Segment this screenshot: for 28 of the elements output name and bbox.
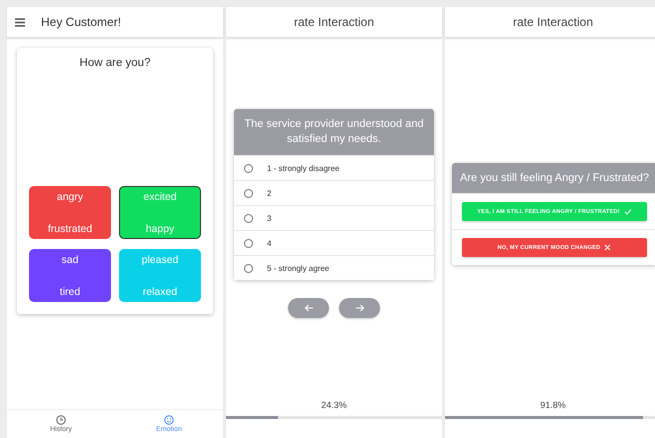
answer-option[interactable]: 4 <box>234 230 434 255</box>
radio-button[interactable] <box>244 238 253 248</box>
screen-title: rate Interaction <box>512 15 594 29</box>
question-text: Are you still feeling Angry / Frustrated? <box>452 163 655 193</box>
clock-icon <box>56 415 66 425</box>
card-title: How are you? <box>80 57 150 69</box>
mood-button[interactable]: sad tired <box>29 249 111 302</box>
radio-button[interactable] <box>244 264 253 272</box>
radio-button[interactable] <box>244 214 253 222</box>
back-button[interactable] <box>288 298 329 318</box>
radio-button[interactable] <box>244 164 253 172</box>
smiley-icon <box>164 415 174 425</box>
answer-option[interactable]: 5 - strongly agree <box>234 255 434 280</box>
close-icon <box>604 244 612 251</box>
arrow-left-icon <box>304 303 314 313</box>
progress-percentage: 91.8% <box>540 400 566 410</box>
arrow-right-icon <box>354 303 364 313</box>
next-button[interactable] <box>339 298 380 318</box>
answer-option[interactable]: 3 <box>234 205 434 230</box>
app-title: Hey Customer! <box>41 15 122 29</box>
question-text: The service provider understood and satisfied my needs. <box>234 109 434 155</box>
screen-title: rate Interaction <box>294 15 374 29</box>
answer-option[interactable]: 1 - strongly disagree <box>234 155 434 180</box>
menu-icon[interactable] <box>15 18 25 26</box>
checkmark-icon <box>624 208 632 215</box>
answer-option[interactable]: 2 <box>234 180 434 205</box>
radio-button[interactable] <box>244 188 253 198</box>
progress-percentage: 24.3% <box>321 400 347 410</box>
